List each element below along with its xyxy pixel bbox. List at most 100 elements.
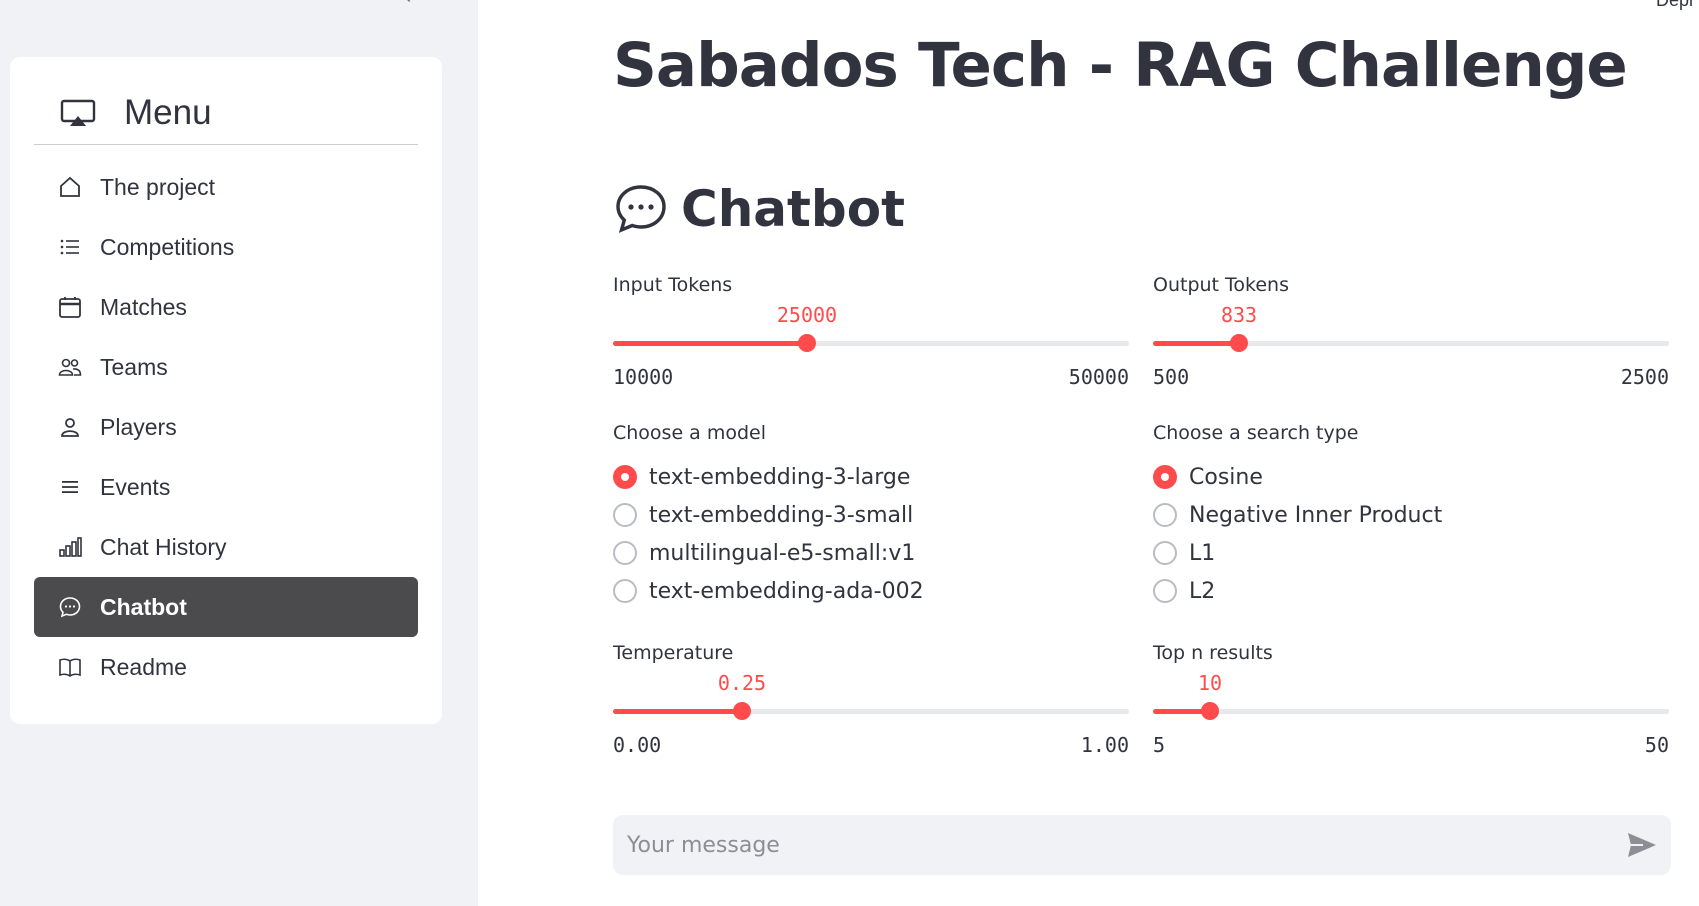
top-n-slider[interactable]: 10 5 50 bbox=[1153, 671, 1669, 761]
search-type-widget: Choose a search type bbox=[1153, 422, 1669, 444]
sidebar-item-events[interactable]: Events bbox=[34, 457, 418, 517]
main-content: Depl Sabados Tech - RAG Challenge Chatbo… bbox=[478, 0, 1699, 906]
screen-cast-icon bbox=[60, 93, 100, 133]
radio-button[interactable] bbox=[613, 579, 637, 603]
radio-model-text-embedding-3-large[interactable]: text-embedding-3-large bbox=[613, 458, 924, 496]
slider-value: 0.25 bbox=[717, 671, 767, 695]
top-n-label: Top n results bbox=[1153, 642, 1273, 664]
slider-fill bbox=[613, 709, 742, 714]
sidebar-item-label: The project bbox=[100, 173, 216, 200]
slider-value: 833 bbox=[1220, 303, 1258, 327]
radio-button[interactable] bbox=[613, 503, 637, 527]
output-tokens-widget: Output Tokens bbox=[1153, 274, 1669, 296]
sidebar-item-matches[interactable]: Matches bbox=[34, 277, 418, 337]
input-tokens-label: Input Tokens bbox=[613, 274, 733, 296]
collapse-sidebar-icon[interactable]: ‹ bbox=[404, 0, 424, 7]
slider-thumb[interactable] bbox=[1230, 334, 1248, 352]
radio-button[interactable] bbox=[1153, 579, 1177, 603]
model-radio-group: text-embedding-3-large text-embedding-3-… bbox=[613, 458, 924, 610]
radio-button[interactable] bbox=[1153, 465, 1177, 489]
model-widget: Choose a model bbox=[613, 422, 1129, 444]
slider-max: 50000 bbox=[1068, 365, 1129, 389]
radio-button[interactable] bbox=[613, 541, 637, 565]
sidebar-item-label: Competitions bbox=[100, 233, 235, 260]
bar-chart-icon bbox=[56, 533, 84, 561]
slider-thumb[interactable] bbox=[1201, 702, 1219, 720]
search-type-radio-group: Cosine Negative Inner Product L1 L2 bbox=[1153, 458, 1442, 610]
person-icon bbox=[56, 413, 84, 441]
hamburger-list-icon bbox=[56, 473, 84, 501]
section-title: Chatbot bbox=[681, 180, 905, 238]
temperature-label: Temperature bbox=[613, 642, 734, 664]
radio-label: text-embedding-3-large bbox=[649, 464, 911, 490]
house-icon bbox=[56, 173, 84, 201]
temperature-widget: Temperature bbox=[613, 642, 1129, 664]
slider-max: 1.00 bbox=[1080, 733, 1129, 757]
menu-card: Menu The project Competitions Matches Te… bbox=[10, 57, 442, 724]
calendar-icon bbox=[56, 293, 84, 321]
temperature-slider[interactable]: 0.25 0.00 1.00 bbox=[613, 671, 1129, 761]
slider-thumb[interactable] bbox=[798, 334, 816, 352]
model-label: Choose a model bbox=[613, 422, 767, 444]
slider-thumb[interactable] bbox=[733, 702, 751, 720]
sidebar-item-label: Chatbot bbox=[100, 593, 187, 620]
slider-min: 5 bbox=[1153, 733, 1166, 757]
sidebar-item-competitions[interactable]: Competitions bbox=[34, 217, 418, 277]
radio-button[interactable] bbox=[1153, 503, 1177, 527]
slider-fill bbox=[1153, 341, 1239, 346]
radio-model-multilingual-e5-small[interactable]: multilingual-e5-small:v1 bbox=[613, 534, 924, 572]
menu-title: Menu bbox=[124, 92, 212, 132]
slider-fill bbox=[613, 341, 807, 346]
slider-track[interactable] bbox=[613, 709, 1129, 714]
nav-list: The project Competitions Matches Teams P… bbox=[34, 157, 418, 697]
slider-track[interactable] bbox=[613, 341, 1129, 346]
book-icon bbox=[56, 653, 84, 681]
sidebar-item-label: Matches bbox=[100, 293, 187, 320]
slider-value: 10 bbox=[1197, 671, 1223, 695]
chat-dots-icon bbox=[56, 593, 84, 621]
people-icon bbox=[56, 353, 84, 381]
page-title: Sabados Tech - RAG Challenge bbox=[613, 30, 1628, 101]
sidebar-item-label: Chat History bbox=[100, 533, 227, 560]
sidebar-item-label: Events bbox=[100, 473, 171, 500]
radio-label: Cosine bbox=[1189, 464, 1263, 490]
output-tokens-label: Output Tokens bbox=[1153, 274, 1289, 296]
input-tokens-widget: Input Tokens bbox=[613, 274, 1129, 296]
radio-model-text-embedding-ada-002[interactable]: text-embedding-ada-002 bbox=[613, 572, 924, 610]
radio-search-negative-inner-product[interactable]: Negative Inner Product bbox=[1153, 496, 1442, 534]
radio-button[interactable] bbox=[1153, 541, 1177, 565]
slider-max: 50 bbox=[1644, 733, 1669, 757]
sidebar: ‹ Menu The project Competitions bbox=[0, 0, 478, 906]
input-tokens-slider[interactable]: 25000 10000 50000 bbox=[613, 303, 1129, 393]
radio-search-cosine[interactable]: Cosine bbox=[1153, 458, 1442, 496]
slider-track[interactable] bbox=[1153, 709, 1669, 714]
sidebar-item-readme[interactable]: Readme bbox=[34, 637, 418, 697]
sidebar-item-label: Players bbox=[100, 413, 177, 440]
deploy-button[interactable]: Depl bbox=[1656, 0, 1693, 11]
send-icon[interactable] bbox=[1625, 829, 1659, 861]
radio-label: L1 bbox=[1189, 540, 1216, 566]
sidebar-item-teams[interactable]: Teams bbox=[34, 337, 418, 397]
radio-search-l2[interactable]: L2 bbox=[1153, 572, 1442, 610]
sidebar-item-chat-history[interactable]: Chat History bbox=[34, 517, 418, 577]
output-tokens-slider[interactable]: 833 500 2500 bbox=[1153, 303, 1669, 393]
slider-min: 0.00 bbox=[613, 733, 662, 757]
radio-label: text-embedding-ada-002 bbox=[649, 578, 924, 604]
search-type-label: Choose a search type bbox=[1153, 422, 1359, 444]
radio-label: Negative Inner Product bbox=[1189, 502, 1443, 528]
radio-search-l1[interactable]: L1 bbox=[1153, 534, 1442, 572]
slider-min: 10000 bbox=[613, 365, 674, 389]
radio-button[interactable] bbox=[613, 465, 637, 489]
slider-max: 2500 bbox=[1620, 365, 1669, 389]
sidebar-item-the-project[interactable]: The project bbox=[34, 157, 418, 217]
menu-header: Menu bbox=[34, 81, 418, 145]
chat-input-container bbox=[613, 815, 1671, 875]
radio-label: text-embedding-3-small bbox=[649, 502, 914, 528]
sidebar-item-label: Teams bbox=[100, 353, 168, 380]
chat-message-input[interactable] bbox=[613, 815, 1593, 875]
top-n-widget: Top n results bbox=[1153, 642, 1669, 664]
sidebar-item-chatbot[interactable]: Chatbot bbox=[34, 577, 418, 637]
sidebar-item-players[interactable]: Players bbox=[34, 397, 418, 457]
radio-label: multilingual-e5-small:v1 bbox=[649, 540, 916, 566]
radio-model-text-embedding-3-small[interactable]: text-embedding-3-small bbox=[613, 496, 924, 534]
